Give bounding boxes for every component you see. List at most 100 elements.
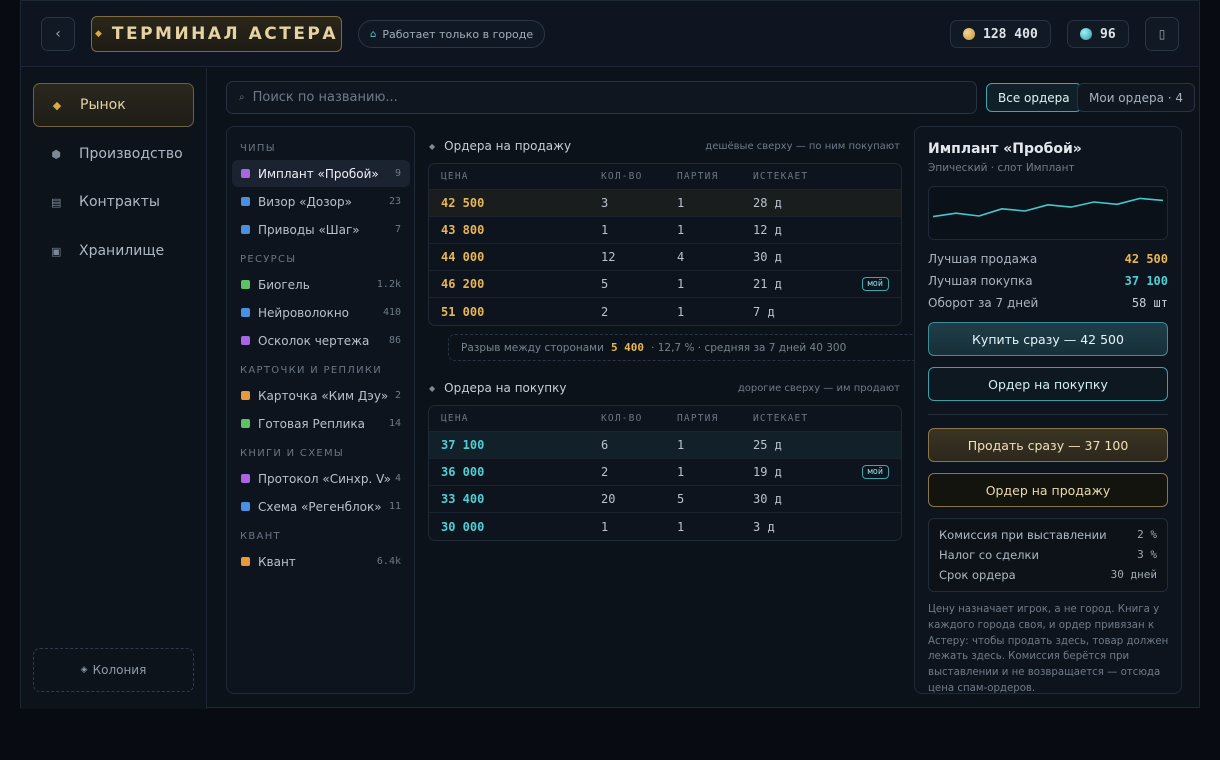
order-price: 46 200 — [441, 277, 485, 291]
best-buy-label: Лучшая покупка — [928, 274, 1033, 288]
order-qty: 1 — [601, 223, 609, 237]
order-qty: 6 — [601, 438, 609, 452]
table-row[interactable]: 36 000 2 1 19 д мой — [429, 459, 901, 486]
list-item[interactable]: Протокол «Синхр. V» 4 — [232, 465, 410, 492]
sparkline-chart — [932, 197, 1164, 218]
category-heading: КВАНТ — [240, 531, 281, 542]
list-item[interactable]: Биогель 1.2k — [232, 271, 410, 298]
sell-now-button[interactable]: Продать сразу — 37 100 — [928, 428, 1168, 462]
sidebar-item-market[interactable]: ◆ Рынок — [33, 83, 194, 127]
table-row[interactable]: 44 000 12 4 30 д — [429, 244, 901, 271]
app-window: ‹ ◆ ТЕРМИНАЛ АСТЕРА ⌂ Работает только в … — [20, 0, 1200, 709]
search-icon: ⌕ — [239, 92, 245, 103]
item-count: 1.2k — [376, 279, 401, 290]
button-label: Ордер на покупку — [988, 376, 1108, 392]
list-item[interactable]: Имплант «Пробой» 9 — [232, 160, 410, 187]
order-expiry: 12 д — [753, 223, 782, 237]
rarity-icon — [241, 419, 250, 428]
table-row[interactable]: 37 100 6 1 25 д — [429, 432, 901, 459]
order-price: 37 100 — [441, 438, 485, 452]
diamond-icon: ◆ — [94, 29, 102, 39]
list-item[interactable]: Приводы «Шаг» 7 — [232, 216, 410, 243]
category-heading: КАРТОЧКИ И РЕПЛИКИ — [240, 365, 383, 376]
order-expiry: 19 д — [753, 465, 782, 479]
order-price: 43 800 — [441, 223, 485, 237]
list-item[interactable]: Готовая Реплика 14 — [232, 410, 410, 437]
gem-icon — [1080, 28, 1092, 40]
sparkline-series — [932, 197, 1164, 218]
search-input[interactable] — [252, 90, 933, 105]
order-price: 44 000 — [441, 250, 485, 264]
list-item[interactable]: Визор «Дозор» 23 — [232, 188, 410, 215]
buy-order-button[interactable]: Ордер на покупку — [928, 367, 1168, 401]
item-title: Имплант «Пробой» — [928, 141, 1082, 157]
sidebar-item-contracts[interactable]: ▤ Контракты — [33, 180, 194, 224]
rarity-icon — [241, 391, 250, 400]
city-only-text: Работает только в городе — [382, 27, 534, 41]
rarity-icon — [241, 557, 250, 566]
item-count: 4 — [394, 473, 401, 484]
item-name: Схема «Регенблок» — [258, 499, 382, 514]
list-item[interactable]: Осколок чертежа 86 — [232, 327, 410, 354]
fees-box: Комиссия при выставлении 2 % Налог со сд… — [928, 518, 1168, 592]
item-name: Биогель — [258, 277, 310, 292]
table-row[interactable]: 30 000 1 1 3 д — [429, 513, 901, 540]
item-name: Имплант «Пробой» — [258, 166, 379, 181]
divider — [928, 414, 1168, 415]
column-header: ПАРТИЯ — [677, 413, 719, 424]
gold-balance: 128 400 — [950, 20, 1051, 48]
sidebar-item-production[interactable]: ⬢ Производство — [33, 132, 194, 176]
search-bar[interactable]: ⌕ — [226, 81, 977, 114]
item-count: 2 — [394, 390, 401, 401]
colony-button[interactable]: ◈ Колония — [33, 648, 194, 692]
back-button[interactable]: ‹ — [41, 17, 75, 51]
buy-now-button[interactable]: Купить сразу — 42 500 — [928, 322, 1168, 356]
order-lot: 5 — [677, 492, 685, 506]
turnover-value: 58 шт — [1131, 296, 1168, 310]
gem-balance: 96 — [1067, 20, 1129, 48]
gold-amount: 128 400 — [983, 26, 1038, 42]
sidebar-item-storage[interactable]: ▣ Хранилище — [33, 229, 194, 273]
order-expiry: 28 д — [753, 196, 782, 210]
best-sell-label: Лучшая продажа — [928, 252, 1038, 266]
item-name: Протокол «Синхр. V» — [258, 471, 391, 486]
table-row[interactable]: 33 400 20 5 30 д — [429, 486, 901, 513]
item-count: 11 — [388, 501, 401, 512]
table-header: ЦЕНА КОЛ-ВО ПАРТИЯ ИСТЕКАЕТ — [429, 406, 901, 432]
sell-orders-title: ◆ Ордера на продажу — [429, 139, 571, 153]
order-expiry: 7 д — [753, 304, 775, 319]
table-row[interactable]: 51 000 2 1 7 д — [429, 298, 901, 325]
spread-info: Разрыв между сторонами 5 400 · 12,7 % · … — [448, 334, 922, 361]
order-qty: 20 — [601, 492, 616, 506]
best-sell-row: Лучшая продажа 42 500 — [928, 252, 1168, 268]
gold-coin-icon — [963, 28, 975, 40]
table-row[interactable]: 43 800 1 1 12 д — [429, 217, 901, 244]
best-buy-row: Лучшая покупка 37 100 — [928, 274, 1168, 290]
item-name: Готовая Реплика — [258, 416, 365, 431]
fee-value: 30 дней — [1110, 568, 1157, 581]
sidebar-item-label: Хранилище — [79, 243, 165, 259]
table-row[interactable]: 46 200 5 1 21 д мой — [429, 271, 901, 298]
list-item[interactable]: Квант 6.4k — [232, 548, 410, 575]
order-qty: 2 — [601, 304, 609, 319]
list-item[interactable]: Карточка «Ким Дэу» 2 — [232, 382, 410, 409]
table-row[interactable]: 42 500 3 1 28 д — [429, 190, 901, 217]
list-item[interactable]: Схема «Регенблок» 11 — [232, 493, 410, 520]
order-expiry: 3 д — [753, 519, 775, 534]
list-item[interactable]: Нейроволокно 410 — [232, 299, 410, 326]
sidebar-item-label: Производство — [79, 146, 183, 162]
turnover-row: Оборот за 7 дней 58 шт — [928, 296, 1168, 312]
diamond-icon: ◆ — [429, 383, 436, 393]
chevron-left-icon: ‹ — [55, 26, 61, 42]
sell-orders-table: ЦЕНА КОЛ-ВО ПАРТИЯ ИСТЕКАЕТ 42 500 3 1 2… — [428, 163, 902, 326]
filter-all-orders[interactable]: Все ордера — [986, 83, 1082, 112]
column-header: ИСТЕКАЕТ — [753, 413, 809, 424]
diamond-icon: ◆ — [52, 98, 62, 112]
sell-order-button[interactable]: Ордер на продажу — [928, 473, 1168, 507]
menu-button[interactable]: ▯ — [1145, 17, 1179, 51]
terminal-title-text: ТЕРМИНАЛ АСТЕРА — [111, 24, 339, 44]
filter-my-orders[interactable]: Мои ордера · 4 — [1077, 83, 1195, 112]
category-heading: РЕСУРСЫ — [240, 254, 297, 265]
best-sell-value: 42 500 — [1124, 252, 1168, 266]
item-name: Квант — [258, 554, 296, 569]
